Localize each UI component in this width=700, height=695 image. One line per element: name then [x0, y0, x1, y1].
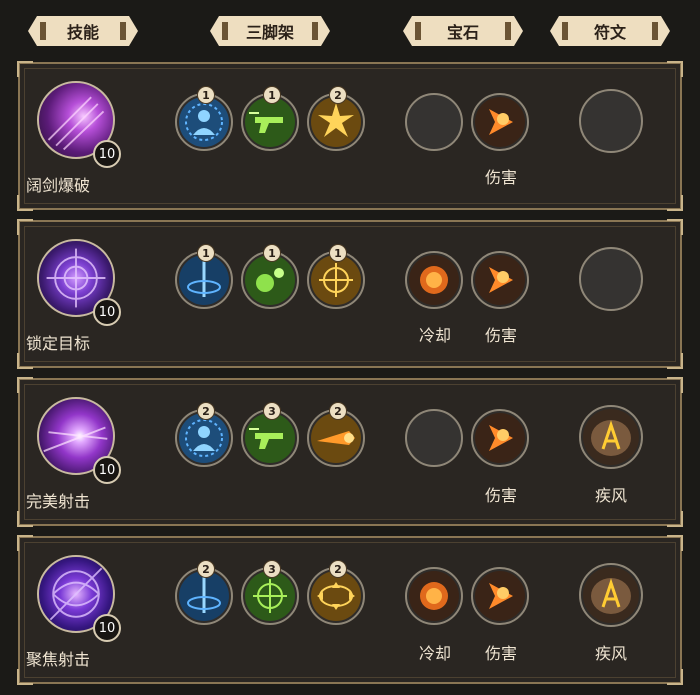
gem-label: 伤害 [484, 168, 517, 187]
cooldown-gem-icon [409, 571, 459, 621]
tripod-rank: 2 [329, 86, 347, 104]
tab-gem[interactable]: 宝石 [403, 16, 523, 46]
tripod-slot[interactable]: 1 [241, 86, 299, 151]
gem-slot[interactable] [405, 251, 463, 309]
gale-rune-icon [583, 409, 639, 465]
gem-slot[interactable] [405, 567, 463, 625]
gem-slot[interactable] [471, 93, 529, 151]
rune-slot-empty[interactable] [579, 247, 643, 311]
tripod-rank: 2 [329, 402, 347, 420]
damage-gem-icon [475, 571, 525, 621]
gem-slot-empty[interactable] [405, 409, 463, 467]
gem-slot[interactable] [471, 251, 529, 309]
tripod-slot[interactable]: 1 [241, 244, 299, 309]
tripod-slot[interactable]: 1 [175, 244, 233, 309]
rune-slot-empty[interactable] [579, 89, 643, 153]
skill-level-badge: 10 [93, 298, 121, 326]
skill-name: 阔剑爆破 [26, 176, 91, 195]
skill-level-badge: 10 [93, 456, 121, 484]
skill-row: 10 聚焦射击 2 3 2 冷却 伤害 疾风 [17, 535, 683, 685]
tripod-slot[interactable]: 1 [307, 244, 365, 309]
tripod-rank: 1 [329, 244, 347, 262]
skill-row: 10 锁定目标 1 1 1 冷却 伤害 [17, 219, 683, 369]
gem-label: 冷却 [418, 326, 451, 345]
tripod-rank: 3 [263, 560, 281, 578]
gem-label: 伤害 [484, 486, 517, 505]
tab-tripod[interactable]: 三脚架 [210, 16, 330, 46]
tab-rune[interactable]: 符文 [550, 16, 670, 46]
tripod-slot[interactable]: 1 [175, 86, 233, 151]
tripod-rank: 1 [197, 244, 215, 262]
tripod-rank: 1 [263, 86, 281, 104]
rune-slot[interactable] [579, 563, 643, 627]
skill-name: 完美射击 [26, 492, 91, 511]
tab-skill[interactable]: 技能 [28, 16, 138, 46]
tripod-rank: 1 [263, 244, 281, 262]
tripod-slot[interactable]: 3 [241, 560, 299, 625]
skill-name: 锁定目标 [26, 334, 91, 353]
damage-gem-icon [475, 255, 525, 305]
skill-level-badge: 10 [93, 614, 121, 642]
skill-row: 10 阔剑爆破 1 1 2 伤害 [17, 61, 683, 211]
tripod-slot[interactable]: 2 [307, 86, 365, 151]
tripod-rank: 2 [329, 560, 347, 578]
gem-label: 伤害 [484, 644, 517, 663]
gale-rune-icon [583, 567, 639, 623]
damage-gem-icon [475, 97, 525, 147]
tripod-slot[interactable]: 3 [241, 402, 299, 467]
rune-slot[interactable] [579, 405, 643, 469]
gem-label: 冷却 [418, 644, 451, 663]
skill-level-badge: 10 [93, 140, 121, 168]
tripod-slot[interactable]: 2 [175, 560, 233, 625]
tripod-rank: 3 [263, 402, 281, 420]
tripod-slot[interactable]: 2 [307, 560, 365, 625]
cooldown-gem-icon [409, 255, 459, 305]
tripod-rank: 2 [197, 402, 215, 420]
gem-label: 伤害 [484, 326, 517, 345]
tripod-slot[interactable]: 2 [175, 402, 233, 467]
tripod-rank: 1 [197, 86, 215, 104]
skill-name: 聚焦射击 [26, 650, 91, 669]
skill-row: 10 完美射击 2 3 2 伤害 疾风 [17, 377, 683, 527]
tripod-rank: 2 [197, 560, 215, 578]
rune-label: 疾风 [594, 644, 627, 663]
gem-slot[interactable] [471, 567, 529, 625]
gem-slot[interactable] [471, 409, 529, 467]
damage-gem-icon [475, 413, 525, 463]
tripod-slot[interactable]: 2 [307, 402, 365, 467]
gem-slot-empty[interactable] [405, 93, 463, 151]
rune-label: 疾风 [594, 486, 627, 505]
